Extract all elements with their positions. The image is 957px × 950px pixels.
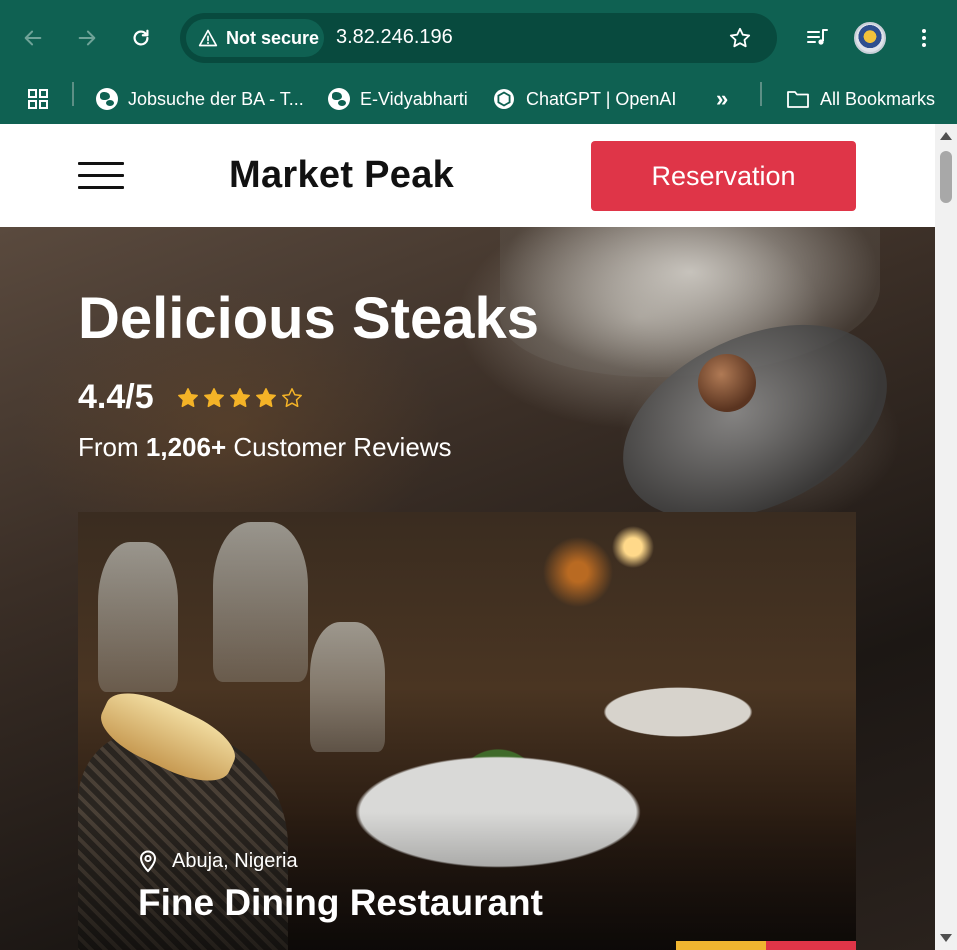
bookmark-divider <box>72 82 74 106</box>
page-scrollbar[interactable] <box>935 124 957 950</box>
bookmark-item[interactable]: ChatGPT | OpenAI <box>492 82 676 116</box>
bookmark-label: ChatGPT | OpenAI <box>526 88 677 109</box>
star-empty-icon <box>281 387 302 407</box>
bookmark-item[interactable]: E-Vidyabharti <box>328 82 468 116</box>
scroll-down-arrow[interactable] <box>940 934 952 942</box>
accent-bar-red <box>766 941 856 950</box>
star-filled-icon <box>177 387 198 407</box>
bookmark-star-button[interactable] <box>726 24 754 52</box>
star-filled-icon <box>255 387 276 407</box>
accent-bar-yellow <box>676 941 766 950</box>
hero-background-knob <box>698 354 756 412</box>
bookmarks-overflow-button[interactable]: » <box>716 82 728 116</box>
all-bookmarks-label: All Bookmarks <box>820 88 936 109</box>
globe-icon <box>328 88 350 110</box>
playlist-music-icon <box>807 29 828 45</box>
folder-icon <box>787 91 809 108</box>
review-count: From 1,206+ Customer Reviews <box>78 432 452 463</box>
more-vertical-icon <box>922 29 926 47</box>
page-viewport: Market Peak Reservation Delicious Steaks… <box>0 124 935 950</box>
scroll-up-arrow[interactable] <box>940 132 952 140</box>
site-header: Market Peak Reservation <box>0 124 935 227</box>
globe-icon <box>96 88 118 110</box>
bookmark-divider <box>760 82 762 106</box>
rating-row: 4.4/5 <box>78 378 304 417</box>
media-control-button[interactable] <box>801 22 833 54</box>
site-logo[interactable]: Market Peak <box>229 154 454 197</box>
bookmarks-bar: Jobsuche der BA - T... E-Vidyabharti Cha… <box>0 74 957 124</box>
reservation-button[interactable]: Reservation <box>591 141 856 211</box>
hero-section: Delicious Steaks 4.4/5 From 1,206+ Custo… <box>0 227 935 950</box>
feature-title: Fine Dining Restaurant <box>138 882 543 923</box>
browser-menu-button[interactable] <box>908 22 940 54</box>
bookmark-label: E-Vidyabharti <box>360 88 468 109</box>
card-overlay <box>78 812 856 950</box>
all-bookmarks-button[interactable]: All Bookmarks <box>786 82 935 116</box>
location-pin-icon <box>139 850 157 873</box>
feature-card[interactable]: Abuja, Nigeria Fine Dining Restaurant <box>78 512 856 950</box>
star-filled-icon <box>229 387 250 407</box>
forward-button[interactable] <box>71 22 103 54</box>
arrow-left-icon <box>24 30 42 46</box>
star-outline-icon <box>729 27 751 48</box>
back-button[interactable] <box>17 22 49 54</box>
reviews-prefix: From <box>78 432 139 462</box>
warning-icon <box>198 29 218 47</box>
reload-icon <box>133 29 149 46</box>
reviews-suffix: Customer Reviews <box>233 432 452 462</box>
security-chip[interactable]: Not secure <box>186 19 324 57</box>
profile-avatar[interactable] <box>854 22 886 54</box>
apps-button[interactable] <box>26 82 50 116</box>
browser-toolbar: Not secure 3.82.246.196 <box>0 0 957 74</box>
reviews-number: 1,206+ <box>145 432 227 462</box>
bookmark-label: Jobsuche der BA - T... <box>128 88 304 109</box>
url-text[interactable]: 3.82.246.196 <box>336 26 453 49</box>
bookmark-item[interactable]: Jobsuche der BA - T... <box>96 82 304 116</box>
address-bar[interactable]: Not secure 3.82.246.196 <box>180 13 777 63</box>
apps-grid-icon <box>28 89 48 109</box>
background-glass <box>98 542 178 692</box>
chevrons-right-icon: » <box>716 86 729 111</box>
star-filled-icon <box>203 387 224 407</box>
hero-title: Delicious Steaks <box>78 286 539 351</box>
hamburger-line <box>78 174 124 177</box>
star-rating <box>176 386 304 410</box>
scroll-thumb[interactable] <box>940 151 952 203</box>
menu-button[interactable] <box>78 162 124 190</box>
openai-icon <box>494 89 514 109</box>
reload-button[interactable] <box>125 22 157 54</box>
location-row: Abuja, Nigeria <box>138 849 298 873</box>
rating-value: 4.4/5 <box>78 378 154 416</box>
hamburger-line <box>78 162 124 165</box>
background-glass <box>310 622 385 752</box>
background-glass <box>213 522 308 682</box>
location-text: Abuja, Nigeria <box>172 849 298 872</box>
browser-chrome: Not secure 3.82.246.196 Jobsuche der BA … <box>0 0 957 124</box>
arrow-right-icon <box>78 30 96 46</box>
security-label: Not secure <box>226 27 320 48</box>
hamburger-line <box>78 186 124 189</box>
